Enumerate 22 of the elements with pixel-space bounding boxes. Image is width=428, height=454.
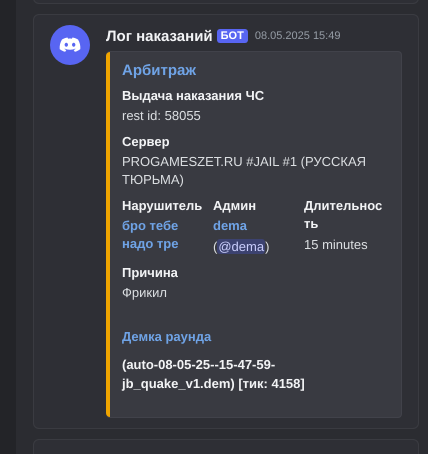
avatar-icon[interactable] [50,25,90,65]
field-value: Фрикил [122,284,168,302]
field-value: rest id: 58055 [122,107,202,125]
demo-file-text: (auto-08-05-25--15-47-59-jb_quake_v1.dem) [тик: 4158] [122,356,306,393]
field-name: Админ [213,197,258,214]
embed-title: Арбитраж [122,62,197,79]
user-mention[interactable]: @dema [217,239,266,254]
bracket-text: ) [265,239,270,254]
user-link[interactable]: dema [213,217,304,235]
field-value: PROGAMESZET.RU #JAIL #1 (РУССКАЯ ТЮРЬМА) [122,153,368,189]
field-name: Выдача наказания ЧС [122,87,266,104]
field-value: 15 minutes [304,236,369,254]
user-link[interactable]: бро тебе надо тре [122,217,192,253]
bracket-text: ( [213,239,218,254]
author-name[interactable]: Лог наказаний [106,28,213,44]
field-name: Причина [122,264,179,281]
bot-tag: БОТ [216,29,248,43]
field-name: Нарушитель [122,197,204,214]
field-name: Длительность [304,197,384,233]
demo-link[interactable]: Демка раунда [122,328,389,346]
field-name: Сервер [122,133,171,150]
timestamp: 08.05.2025 15:49 [254,30,340,42]
